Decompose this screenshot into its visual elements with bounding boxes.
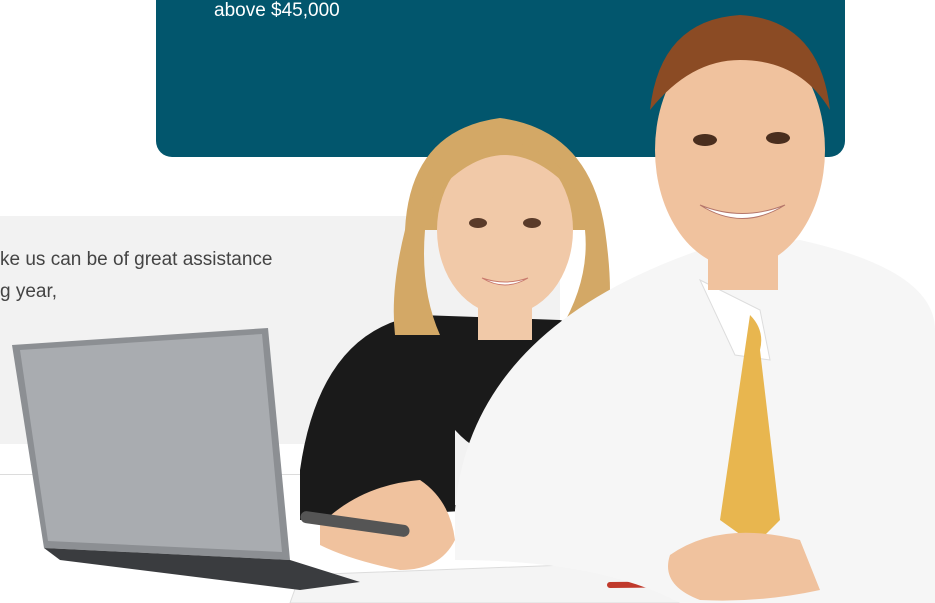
people-photo [12, 15, 935, 603]
